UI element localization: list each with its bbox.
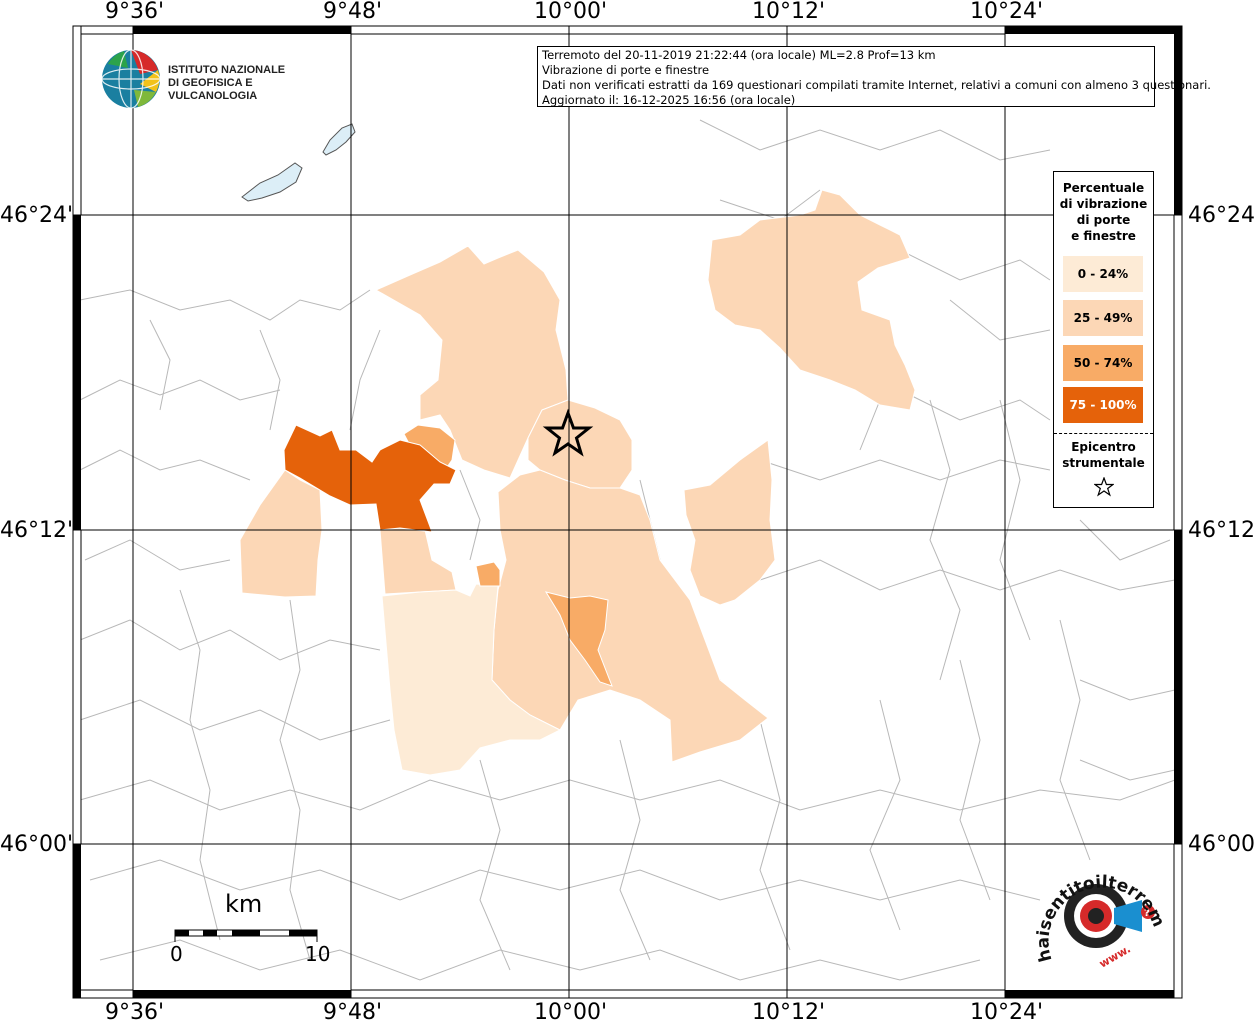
globe-icon xyxy=(101,49,161,109)
axis-top-3: 10°00' xyxy=(534,0,608,24)
axis-bottom-5: 10°24' xyxy=(970,1000,1044,1025)
axis-top-5: 10°24' xyxy=(970,0,1044,24)
legend-class-0-24: 0 - 24% xyxy=(1063,256,1143,292)
legend-class-75-100: 75 - 100% xyxy=(1063,387,1143,423)
municipality-east xyxy=(707,189,916,411)
legend-title-line: di vibrazione xyxy=(1059,197,1148,211)
legend-epicenter-line: Epicentro xyxy=(1071,440,1136,454)
legend-separator xyxy=(1054,433,1153,434)
municipality-polygons xyxy=(239,189,916,776)
scale-max: 10 xyxy=(305,942,331,966)
event-updated: Aggiornato il: 16-12-2025 16:56 (ora loc… xyxy=(542,93,796,107)
haisentito-logo: ? haisentitoilterremoto.it www. xyxy=(1030,860,1168,971)
scale-unit: km xyxy=(225,890,263,918)
axis-left-3: 46°00' xyxy=(0,832,74,857)
legend-class-50-74: 50 - 74% xyxy=(1063,345,1143,381)
axis-bottom-1: 9°36' xyxy=(105,1000,165,1025)
axis-top-4: 10°12' xyxy=(752,0,826,24)
axis-left-1: 46°24' xyxy=(0,203,74,228)
axis-top-2: 9°48' xyxy=(323,0,383,24)
axis-right-2: 46°12' xyxy=(1188,518,1256,543)
lake-2 xyxy=(322,123,356,156)
axis-top-1: 9°36' xyxy=(105,0,165,24)
legend-title-line: e finestre xyxy=(1071,229,1136,243)
lakes xyxy=(241,123,356,202)
axis-right-3: 46°00' xyxy=(1188,832,1256,857)
ingv-logo: ISTITUTO NAZIONALE DI GEOFISICA E VULCAN… xyxy=(100,48,320,112)
scale-min: 0 xyxy=(170,942,183,966)
axis-bottom-3: 10°00' xyxy=(534,1000,608,1025)
logo-line-1: ISTITUTO NAZIONALE xyxy=(168,64,286,76)
legend-epicenter-label: Epicentro strumentale xyxy=(1054,439,1153,471)
legend-title-line: di porte xyxy=(1076,213,1131,227)
axis-left-2: 46°12' xyxy=(0,518,74,543)
legend-epicenter-line: strumentale xyxy=(1062,456,1145,470)
event-data-note: Dati non verificati estratti da 169 ques… xyxy=(542,78,1211,92)
municipality-south-center-1 xyxy=(379,527,457,595)
axis-right-1: 46°24' xyxy=(1188,203,1256,228)
legend-title: Percentuale di vibrazione di porte e fin… xyxy=(1054,180,1153,244)
logo-line-2: DI GEOFISICA E VULCANOLOGIA xyxy=(168,77,258,102)
municipality-southeast xyxy=(683,439,776,606)
lake-1 xyxy=(241,162,303,202)
municipality-orange-small-2 xyxy=(475,561,501,587)
municipality-southwest xyxy=(239,469,323,598)
legend: Percentuale di vibrazione di porte e fin… xyxy=(1053,171,1154,508)
event-title: Terremoto del 20-11-2019 21:22:44 (ora l… xyxy=(542,48,936,62)
axis-bottom-2: 9°48' xyxy=(323,1000,383,1025)
event-parameter: Vibrazione di porte e finestre xyxy=(542,63,710,77)
event-info-box: Terremoto del 20-11-2019 21:22:44 (ora l… xyxy=(537,46,1211,107)
axis-bottom-4: 10°12' xyxy=(752,1000,826,1025)
legend-class-25-49: 25 - 49% xyxy=(1063,300,1143,336)
legend-title-line: Percentuale xyxy=(1062,181,1145,195)
scale-bar: km 0 10 xyxy=(160,890,340,970)
legend-star-icon xyxy=(1094,477,1114,497)
